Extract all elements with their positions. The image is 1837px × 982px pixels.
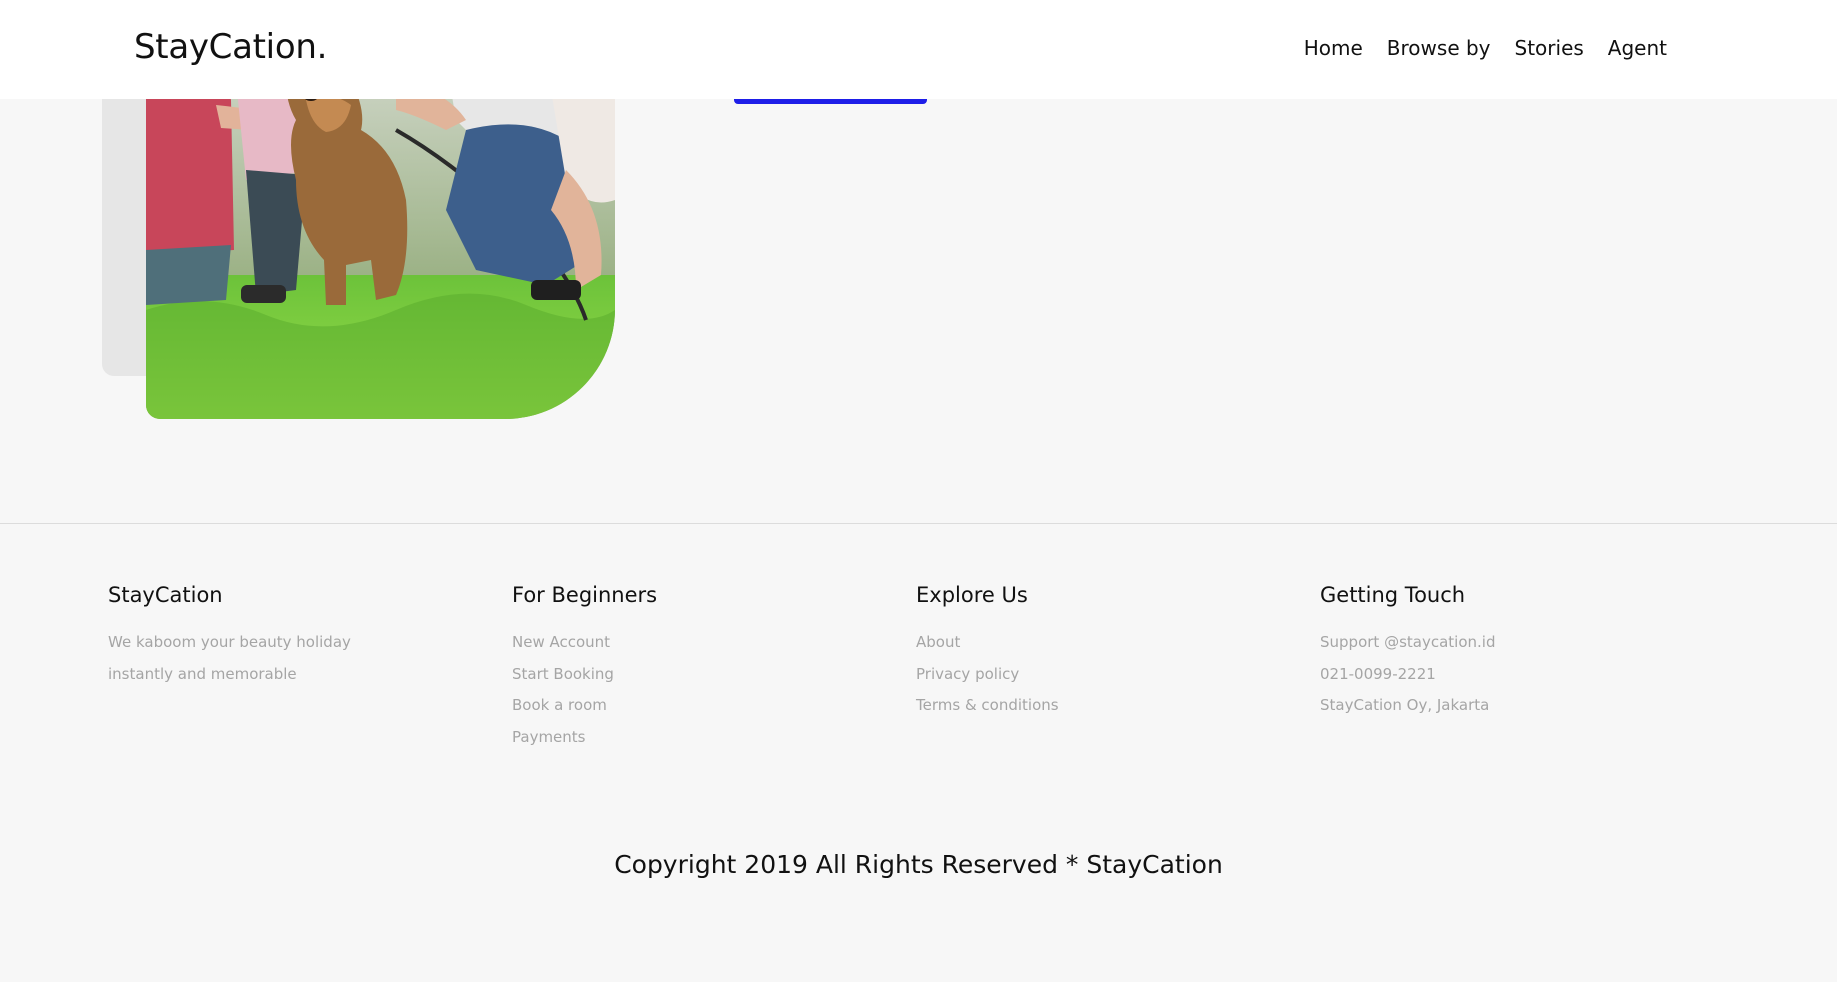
nav-stories[interactable]: Stories bbox=[1515, 36, 1584, 60]
footer-heading: Explore Us bbox=[916, 583, 1028, 607]
footer-column-explore-us: Explore Us About Privacy policy Terms & … bbox=[916, 583, 1059, 722]
footer-link-payments[interactable]: Payments bbox=[512, 722, 657, 754]
footer-phone[interactable]: 021-0099-2221 bbox=[1320, 659, 1495, 691]
copyright-text: Copyright 2019 All Rights Reserved * Sta… bbox=[614, 850, 1223, 879]
footer-link-about[interactable]: About bbox=[916, 627, 1059, 659]
footer-heading: For Beginners bbox=[512, 583, 658, 607]
footer-link-start-booking[interactable]: Start Booking bbox=[512, 659, 657, 691]
nav-browse-by[interactable]: Browse by bbox=[1387, 36, 1491, 60]
top-navbar: StayCation. Home Browse by Stories Agent bbox=[0, 0, 1837, 99]
footer-tagline-line: We kaboom your beauty holiday bbox=[108, 633, 351, 651]
footer-tagline-line: instantly and memorable bbox=[108, 664, 297, 683]
footer-support-email[interactable]: Support @staycation.id bbox=[1320, 627, 1495, 659]
hero-photo-family-dog bbox=[146, 60, 615, 419]
footer-heading: Getting Touch bbox=[1320, 583, 1466, 607]
brand-logo[interactable]: StayCation. bbox=[134, 27, 327, 67]
nav-agent[interactable]: Agent bbox=[1608, 36, 1667, 60]
main-nav: Home Browse by Stories Agent bbox=[1304, 36, 1667, 60]
footer-column-getting-touch: Getting Touch Support @staycation.id 021… bbox=[1320, 583, 1495, 722]
footer-link-terms[interactable]: Terms & conditions bbox=[916, 690, 1059, 722]
footer-heading: StayCation bbox=[108, 583, 223, 607]
nav-home[interactable]: Home bbox=[1304, 36, 1363, 60]
footer-column-for-beginners: For Beginners New Account Start Booking … bbox=[512, 583, 657, 753]
footer-divider bbox=[0, 523, 1837, 524]
footer-column-staycation: StayCation We kaboom your beauty holiday… bbox=[108, 583, 351, 690]
footer-link-privacy-policy[interactable]: Privacy policy bbox=[916, 659, 1059, 691]
footer-address: StayCation Oy, Jakarta bbox=[1320, 696, 1490, 714]
footer-link-book-a-room[interactable]: Book a room bbox=[512, 690, 657, 722]
footer-link-new-account[interactable]: New Account bbox=[512, 627, 657, 659]
